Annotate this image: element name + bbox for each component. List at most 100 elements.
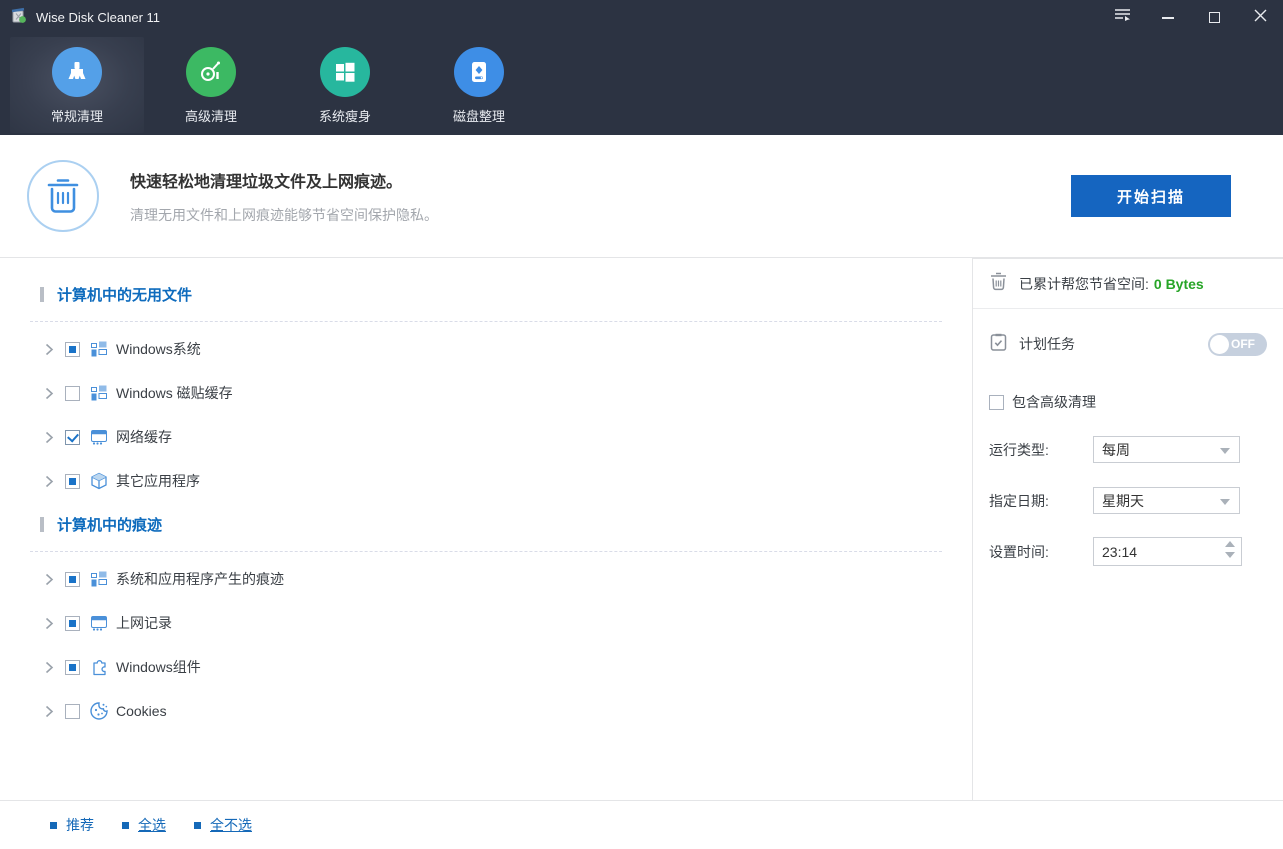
tab-advanced-cleaner-label: 高级清理	[184, 109, 237, 124]
tree-item-label: Windows系统	[116, 341, 201, 357]
section-bar	[40, 287, 44, 302]
recommend-label: 推荐	[66, 817, 94, 833]
expand-chevron-icon[interactable]	[42, 474, 56, 488]
recommend-link[interactable]: 推荐	[50, 815, 94, 835]
checkbox[interactable]	[65, 429, 80, 445]
close-button[interactable]	[1237, 0, 1283, 35]
run-type-select[interactable]: 每周	[1093, 436, 1240, 463]
scheduled-task-label: 计划任务	[1019, 336, 1075, 352]
maximize-button[interactable]	[1191, 0, 1237, 35]
schedule-row: 计划任务 OFF	[973, 326, 1283, 362]
tab-system-slimming[interactable]: 系统瘦身	[278, 37, 412, 133]
time-value: 23:14	[1102, 543, 1138, 560]
app-window: Wise Disk Cleaner 11 常规清理 高级清理 系统瘦身 磁盘整理…	[0, 0, 1283, 849]
tree-row-windows-system[interactable]: Windows系统	[40, 327, 942, 371]
tree-item-label: 其它应用程序	[116, 473, 200, 489]
checkbox[interactable]	[65, 659, 80, 675]
tree-row-other-apps[interactable]: 其它应用程序	[40, 459, 942, 503]
toggle-state-label: OFF	[1231, 337, 1255, 351]
run-type-value: 每周	[1102, 441, 1130, 458]
trash-icon	[989, 271, 1008, 296]
spinner-up-icon[interactable]	[1225, 541, 1235, 547]
tree-row-system-app-traces[interactable]: 系统和应用程序产生的痕迹	[40, 557, 942, 601]
dashed-separator	[30, 321, 942, 322]
disk-icon	[454, 47, 504, 97]
checkbox[interactable]	[65, 703, 80, 719]
cube-icon	[89, 471, 109, 491]
bullet-icon	[50, 821, 57, 829]
tree-item-label: 网络缓存	[116, 429, 172, 445]
tree-row-cookies[interactable]: Cookies	[40, 689, 942, 733]
expand-chevron-icon[interactable]	[42, 342, 56, 356]
chevron-down-icon	[1220, 448, 1230, 454]
maximize-icon	[1208, 12, 1220, 23]
checkbox[interactable]	[65, 385, 80, 401]
cookie-icon	[89, 701, 109, 721]
select-none-label: 全不选	[210, 817, 252, 833]
checkbox[interactable]	[65, 473, 80, 489]
include-advanced-row[interactable]: 包含高级清理	[973, 392, 1283, 412]
tree-row-windows-components[interactable]: Windows组件	[40, 645, 942, 689]
tree-item-label: 上网记录	[116, 615, 172, 631]
tab-advanced-cleaner[interactable]: 高级清理	[144, 37, 278, 133]
chevron-down-icon	[1220, 499, 1230, 505]
expand-chevron-icon[interactable]	[42, 572, 56, 586]
checkbox[interactable]	[65, 571, 80, 587]
select-none-link[interactable]: 全不选	[194, 815, 252, 835]
day-label: 指定日期:	[989, 492, 1049, 509]
saved-space-label: 已累计帮您节省空间:	[1019, 275, 1149, 292]
section-traces: 计算机中的痕迹	[40, 514, 942, 535]
tree-row-web-cache[interactable]: 网络缓存	[40, 415, 942, 459]
tiles-icon	[89, 383, 109, 403]
minimize-button[interactable]	[1145, 0, 1191, 35]
nav-tabs: 常规清理 高级清理 系统瘦身 磁盘整理	[0, 35, 1283, 135]
tab-common-cleaner[interactable]: 常规清理	[10, 37, 144, 133]
vacuum-icon	[186, 47, 236, 97]
header-texts: 快速轻松地清理垃圾文件及上网痕迹。 清理无用文件和上网痕迹能够节省空间保护隐私。	[130, 168, 1071, 225]
tab-disk-defrag[interactable]: 磁盘整理	[412, 37, 546, 133]
toggle-knob	[1210, 334, 1229, 354]
cleanup-tree: 计算机中的无用文件 Windows系统 Windows 磁贴缓存 网络缓存 其它…	[0, 258, 972, 800]
tab-system-slimming-label: 系统瘦身	[318, 109, 371, 124]
day-value: 星期天	[1102, 492, 1144, 509]
day-row: 指定日期: 星期天	[973, 487, 1283, 514]
expand-chevron-icon[interactable]	[42, 704, 56, 718]
tree-row-windows-tile-cache[interactable]: Windows 磁贴缓存	[40, 371, 942, 415]
header-title: 快速轻松地清理垃圾文件及上网痕迹。	[130, 173, 403, 191]
spinner-buttons	[1225, 541, 1235, 558]
expand-chevron-icon[interactable]	[42, 616, 56, 630]
schedule-toggle[interactable]: OFF	[1208, 332, 1267, 356]
expand-chevron-icon[interactable]	[42, 386, 56, 400]
titlebar-left: Wise Disk Cleaner 11	[0, 6, 160, 29]
checkbox[interactable]	[65, 615, 80, 631]
footer-bar: 推荐 全选 全不选	[0, 800, 1283, 849]
brush-clean-icon	[52, 47, 102, 97]
spinner-down-icon[interactable]	[1225, 552, 1235, 558]
main-menu-button[interactable]	[1099, 0, 1145, 35]
checkbox[interactable]	[989, 394, 1004, 410]
select-all-link[interactable]: 全选	[122, 815, 166, 835]
checkbox[interactable]	[65, 341, 80, 357]
tab-common-cleaner-label: 常规清理	[50, 109, 103, 124]
expand-chevron-icon[interactable]	[42, 430, 56, 444]
time-spinner[interactable]: 23:14	[1093, 537, 1242, 566]
window-title: Wise Disk Cleaner 11	[36, 10, 161, 25]
tree-item-label: Cookies	[116, 703, 167, 719]
expand-chevron-icon[interactable]	[42, 660, 56, 674]
run-type-label: 运行类型:	[989, 441, 1049, 458]
run-type-row: 运行类型: 每周	[973, 436, 1283, 463]
header-subtitle: 清理无用文件和上网痕迹能够节省空间保护隐私。	[130, 206, 438, 223]
section-bar	[40, 517, 44, 532]
tree-item-label: Windows 磁贴缓存	[116, 385, 233, 401]
browser-icon	[89, 427, 109, 447]
time-label: 设置时间:	[989, 543, 1049, 560]
day-select[interactable]: 星期天	[1093, 487, 1240, 514]
tiles-icon	[89, 339, 109, 359]
section-junk-files: 计算机中的无用文件	[40, 284, 942, 305]
tree-row-browsing-history[interactable]: 上网记录	[40, 601, 942, 645]
dashed-separator	[30, 551, 942, 552]
start-scan-button[interactable]: 开始扫描	[1071, 175, 1231, 217]
titlebar: Wise Disk Cleaner 11	[0, 0, 1283, 35]
puzzle-icon	[89, 657, 109, 677]
app-logo-icon	[10, 6, 28, 29]
